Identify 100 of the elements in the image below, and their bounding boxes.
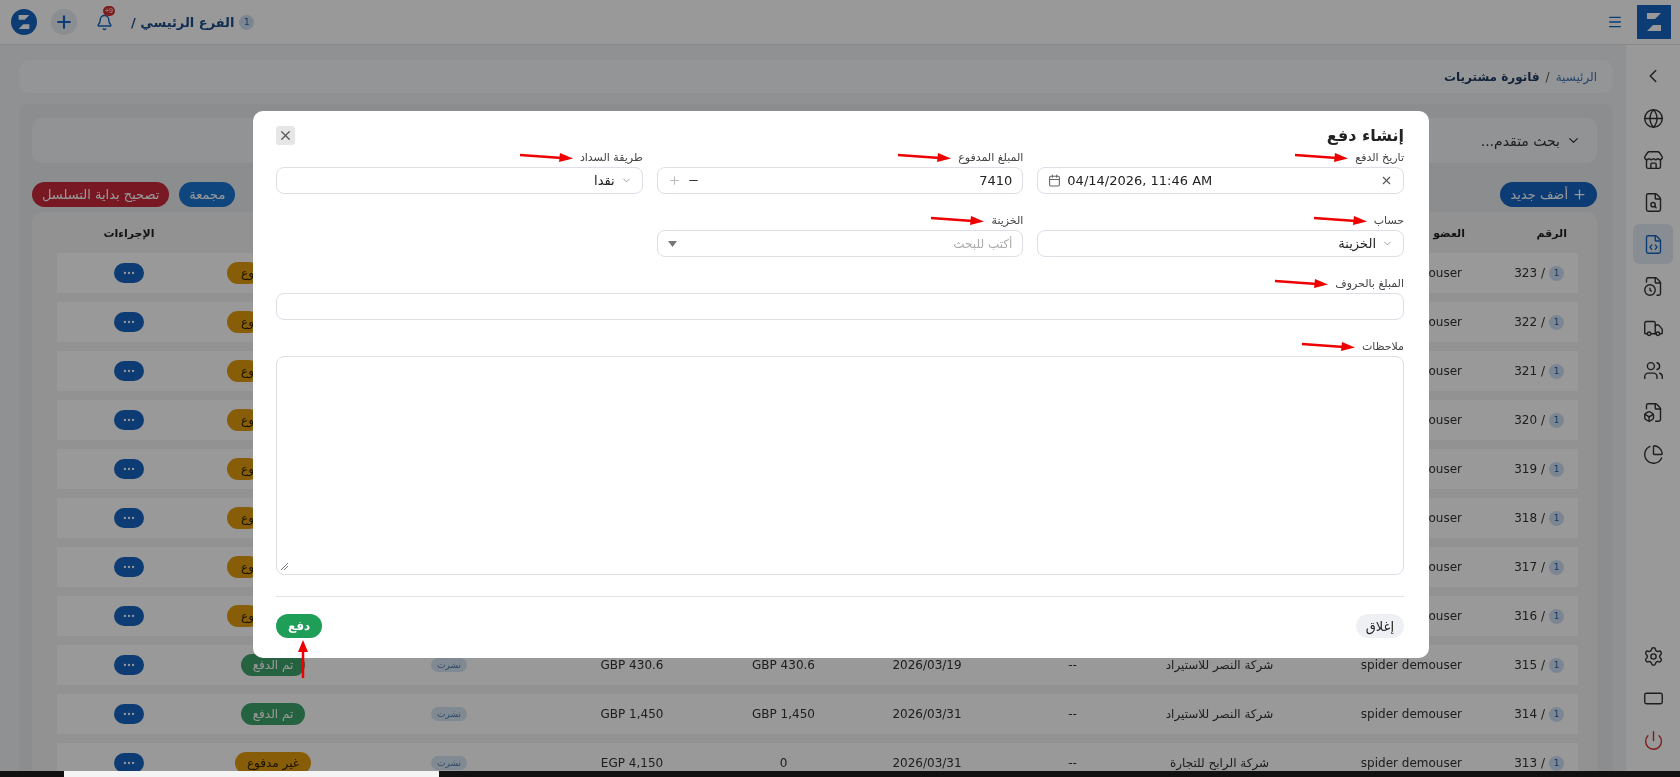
- amount: GBP 1,450: [600, 707, 664, 721]
- member-name: ouser: [1428, 462, 1462, 476]
- annotation-arrow: [517, 151, 574, 163]
- pie-chart-icon: [1642, 443, 1664, 465]
- field-label: ملاحظات: [1362, 339, 1404, 353]
- field-label: حساب: [1373, 213, 1404, 227]
- branch-badge: 1: [1549, 265, 1564, 281]
- logo-icon[interactable]: [1637, 5, 1671, 39]
- branch-badge: 1: [1549, 755, 1564, 771]
- invoice-number: 318 /: [1514, 511, 1545, 525]
- logo-icon[interactable]: [11, 9, 37, 35]
- annotation-arrow: [1273, 277, 1330, 289]
- annotation-arrow: [1293, 151, 1350, 163]
- invoice-date: 2026/03/19: [892, 658, 962, 672]
- horizontal-scrollbar[interactable]: [0, 771, 1680, 777]
- invoice-number: 319 /: [1514, 462, 1545, 476]
- invoice-date: 2026/03/31: [892, 707, 962, 721]
- status-tag: نشرت: [431, 658, 467, 672]
- table-cell: --: [1068, 707, 1077, 721]
- status-tag: نشرت: [431, 707, 467, 721]
- pay-button[interactable]: دفع: [276, 614, 323, 638]
- add-new-button[interactable]: أضف جديد: [1500, 182, 1597, 207]
- field-label: تاريخ الدفع: [1355, 150, 1404, 164]
- date-time-field[interactable]: 04/14/2026, 11:46 AM: [1037, 167, 1404, 194]
- clear-icon[interactable]: [1380, 174, 1393, 187]
- branch-badge: 1: [1549, 363, 1564, 379]
- annotation-arrow: [929, 214, 986, 226]
- close-dialog-button[interactable]: إغلاق: [1355, 614, 1404, 638]
- invoice-number: 321 /: [1514, 364, 1545, 378]
- calendar-icon: [1048, 174, 1062, 187]
- payment-status-badge: غير مدفوع: [234, 752, 312, 774]
- branch-badge: 1: [1549, 559, 1564, 575]
- power-icon: [1642, 729, 1664, 751]
- column-header: العضو: [1433, 226, 1465, 240]
- payment-status-badge: تم الدفع: [240, 703, 306, 725]
- column-header: الرقم: [1536, 226, 1567, 240]
- bulk-button[interactable]: مجمعة: [179, 182, 236, 207]
- amount: GBP 430.6: [752, 658, 815, 672]
- bell-icon: [95, 13, 113, 31]
- branch-badge: 1: [239, 14, 255, 30]
- branch-badge: 1: [1549, 510, 1564, 526]
- plus-icon: [54, 12, 74, 32]
- store-icon: [1642, 149, 1664, 171]
- invoice-number: 314 /: [1514, 707, 1545, 721]
- member-name: ouser: [1428, 511, 1462, 525]
- breadcrumb-separator: /: [1545, 69, 1550, 84]
- field-label: الخزينة: [991, 213, 1024, 227]
- branch-name[interactable]: الفرع الرئيسي /: [131, 14, 235, 30]
- breadcrumb-link[interactable]: فاتورة مشتريات: [1443, 69, 1540, 84]
- file-code-button[interactable]: [1633, 224, 1673, 264]
- file-box-icon: [1642, 401, 1664, 423]
- invoice-date: 2026/03/31: [892, 756, 962, 770]
- file-clock-icon: [1642, 275, 1664, 297]
- member-name: ouser: [1428, 560, 1462, 574]
- add-button[interactable]: [51, 9, 77, 35]
- member-name: ouser: [1428, 315, 1462, 329]
- supplier-name: شركة النصر للاستيراد: [1165, 658, 1274, 672]
- supplier-name: شركة الرابح للتجارة: [1169, 756, 1270, 770]
- member-name: ouser: [1428, 266, 1462, 280]
- amount: GBP 430.6: [600, 658, 664, 672]
- branch-badge: 1: [1549, 314, 1564, 330]
- globe-icon: [1642, 107, 1664, 129]
- menu-icon[interactable]: [1607, 14, 1623, 30]
- caret-down-icon: [667, 240, 677, 247]
- dialog-title: إنشاء دفع: [1326, 125, 1404, 145]
- select-field[interactable]: نقدا: [276, 167, 643, 194]
- annotation-arrow: [1311, 214, 1368, 226]
- annotation-arrow: [1300, 340, 1356, 352]
- input-field[interactable]: [276, 293, 1404, 320]
- select-field[interactable]: الخزينة: [1037, 230, 1404, 257]
- resize-grip-icon[interactable]: [280, 562, 289, 571]
- table-cell: --: [1068, 756, 1077, 770]
- branch-badge: 1: [1549, 657, 1564, 673]
- users-icon: [1642, 359, 1664, 381]
- column-header: الإجراءات: [103, 226, 155, 240]
- annotation-arrow: [298, 640, 308, 678]
- branch-badge: 1: [1549, 461, 1564, 477]
- invoice-number: 313 /: [1514, 756, 1545, 770]
- settings-icon: [1642, 645, 1664, 667]
- supplier-name: شركة النصر للاستيراد: [1165, 707, 1274, 721]
- number-field[interactable]: 7410: [656, 167, 1024, 194]
- invoice-number: 316 /: [1514, 609, 1545, 623]
- actions-button[interactable]: [114, 753, 144, 773]
- member-name: spider demouser: [1360, 756, 1462, 770]
- invoice-number: 315 /: [1514, 658, 1545, 672]
- member-name: spider demouser: [1360, 658, 1462, 672]
- field-label: المبلغ بالحروف: [1335, 276, 1404, 290]
- plus-icon: [1572, 187, 1587, 202]
- reset-sequence-button[interactable]: تصحيح بداية التسلسل: [32, 182, 170, 207]
- invoice-number: 317 /: [1514, 560, 1545, 574]
- invoice-number: 322 /: [1514, 315, 1545, 329]
- field-label: طريقة السداد: [579, 150, 643, 164]
- member-name: spider demouser: [1360, 707, 1462, 721]
- amount: 0: [779, 756, 788, 770]
- member-name: ouser: [1428, 609, 1462, 623]
- breadcrumb-link[interactable]: الرئيسية: [1555, 69, 1597, 84]
- close-button[interactable]: [276, 125, 295, 145]
- branch-badge: 1: [1549, 608, 1564, 624]
- invoice-number: 323 /: [1514, 266, 1545, 280]
- amount: EGP 4,150: [600, 756, 664, 770]
